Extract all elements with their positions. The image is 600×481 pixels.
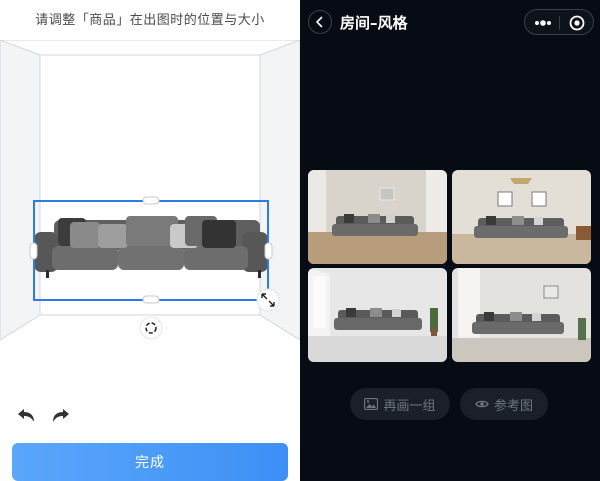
placement-editor-panel: 请调整「商品」在出图时的位置与大小 完成 <box>0 0 300 481</box>
rotate-icon[interactable] <box>139 316 163 340</box>
regenerate-label: 再画一组 <box>383 398 436 414</box>
back-button[interactable] <box>308 10 332 34</box>
miniprogram-capsule <box>524 9 594 35</box>
resize-handle-bottom[interactable] <box>142 295 160 304</box>
regenerate-button[interactable]: 再画一组 <box>350 388 450 420</box>
page-title: 房间–风格 <box>340 14 408 32</box>
redo-icon[interactable] <box>50 406 72 426</box>
style-thumbnail-3[interactable] <box>308 268 447 362</box>
reference-image-button[interactable]: 参考图 <box>460 388 548 420</box>
close-miniprogram-icon[interactable] <box>566 13 588 33</box>
more-icon[interactable] <box>531 13 555 33</box>
style-thumbnail-1[interactable] <box>308 170 447 264</box>
resize-handle-right[interactable] <box>264 242 273 260</box>
product-sofa[interactable] <box>34 216 268 278</box>
style-thumbnail-4[interactable] <box>452 268 591 362</box>
resize-handle-left[interactable] <box>29 242 38 260</box>
eye-icon <box>475 400 489 408</box>
image-icon <box>364 398 379 410</box>
style-thumbnail-2[interactable] <box>452 170 591 264</box>
instruction-text: 请调整「商品」在出图时的位置与大小 <box>35 13 265 28</box>
navigation-bar: 房间–风格 <box>300 0 600 44</box>
undo-icon[interactable] <box>15 406 37 426</box>
back-wall <box>39 54 261 316</box>
style-result-panel: 房间–风格 再画一组 参考图 <box>300 0 600 481</box>
style-results-grid <box>308 170 591 362</box>
resize-icon[interactable] <box>256 288 280 312</box>
done-button[interactable]: 完成 <box>12 443 288 481</box>
back-icon <box>315 16 323 28</box>
reference-label: 参考图 <box>493 398 533 414</box>
resize-handle-top[interactable] <box>142 196 160 205</box>
room-canvas[interactable] <box>0 39 300 341</box>
